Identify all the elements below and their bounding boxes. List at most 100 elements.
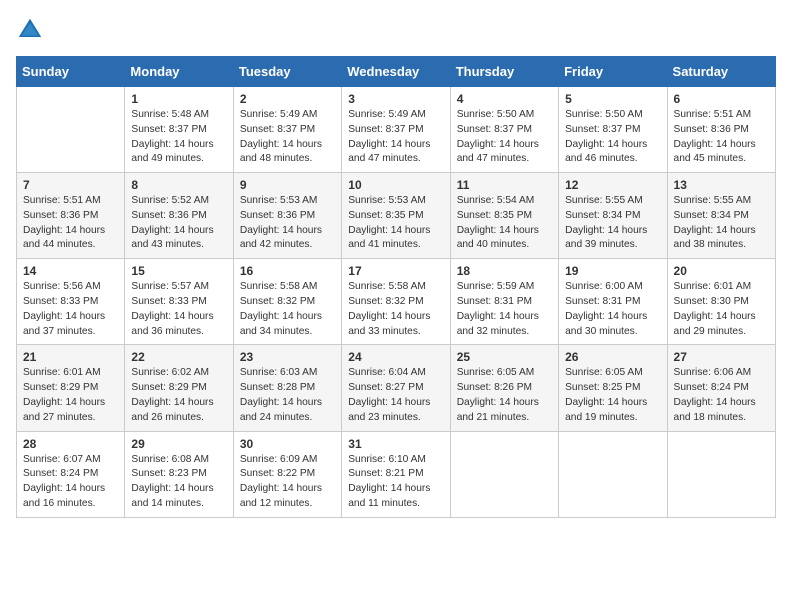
day-info: Sunrise: 5:52 AM Sunset: 8:36 PM Dayligh… [131, 194, 226, 253]
calendar-cell: 15 Sunrise: 5:57 AM Sunset: 8:33 PM Dayli… [125, 259, 233, 345]
calendar-cell [667, 431, 775, 517]
day-number: 14 [23, 264, 118, 278]
calendar-cell: 13 Sunrise: 5:55 AM Sunset: 8:34 PM Dayli… [667, 173, 775, 259]
day-info: Sunrise: 5:54 AM Sunset: 8:35 PM Dayligh… [457, 194, 552, 253]
day-number: 13 [674, 178, 769, 192]
calendar-cell: 20Sunrise: 6:01 AM Sunset: 8:30 PM Dayli… [667, 259, 775, 345]
day-number: 26 [565, 350, 660, 364]
calendar-cell: 27Sunrise: 6:06 AM Sunset: 8:24 PM Dayli… [667, 345, 775, 431]
day-number: 23 [240, 350, 335, 364]
calendar-cell: 21 Sunrise: 6:01 AM Sunset: 8:29 PM Dayli… [17, 345, 125, 431]
calendar-cell: 29 Sunrise: 6:08 AM Sunset: 8:23 PM Dayli… [125, 431, 233, 517]
calendar-cell: 17 Sunrise: 5:58 AM Sunset: 8:32 PM Dayli… [342, 259, 450, 345]
day-number: 21 [23, 350, 118, 364]
calendar-table: SundayMondayTuesdayWednesdayThursdayFrid… [16, 56, 776, 518]
day-number: 24 [348, 350, 443, 364]
calendar-cell: 28Sunrise: 6:07 AM Sunset: 8:24 PM Dayli… [17, 431, 125, 517]
calendar-week-3: 21 Sunrise: 6:01 AM Sunset: 8:29 PM Dayli… [17, 345, 776, 431]
day-info: Sunrise: 5:59 AM Sunset: 8:31 PM Dayligh… [457, 280, 552, 339]
day-info: Sunrise: 5:55 AM Sunset: 8:34 PM Dayligh… [674, 194, 769, 253]
day-info: Sunrise: 6:08 AM Sunset: 8:23 PM Dayligh… [131, 453, 226, 512]
day-number: 6 [674, 92, 769, 106]
day-number: 5 [565, 92, 660, 106]
day-info: Sunrise: 5:53 AM Sunset: 8:36 PM Dayligh… [240, 194, 335, 253]
logo-icon [16, 16, 44, 44]
calendar-cell [17, 87, 125, 173]
calendar-cell [559, 431, 667, 517]
calendar-cell: 18 Sunrise: 5:59 AM Sunset: 8:31 PM Dayli… [450, 259, 558, 345]
header-day-thursday: Thursday [450, 57, 558, 87]
calendar-week-0: 1 Sunrise: 5:48 AM Sunset: 8:37 PM Daylig… [17, 87, 776, 173]
day-number: 7 [23, 178, 118, 192]
day-number: 9 [240, 178, 335, 192]
day-info: Sunrise: 5:50 AM Sunset: 8:37 PM Dayligh… [565, 108, 660, 167]
calendar-cell: 6Sunrise: 5:51 AM Sunset: 8:36 PM Daylig… [667, 87, 775, 173]
calendar-cell: 2Sunrise: 5:49 AM Sunset: 8:37 PM Daylig… [233, 87, 341, 173]
day-info: Sunrise: 5:58 AM Sunset: 8:32 PM Dayligh… [240, 280, 335, 339]
calendar-cell: 24 Sunrise: 6:04 AM Sunset: 8:27 PM Dayli… [342, 345, 450, 431]
day-info: Sunrise: 5:49 AM Sunset: 8:37 PM Dayligh… [348, 108, 443, 167]
day-info: Sunrise: 6:10 AM Sunset: 8:21 PM Dayligh… [348, 453, 443, 512]
day-info: Sunrise: 5:55 AM Sunset: 8:34 PM Dayligh… [565, 194, 660, 253]
day-number: 19 [565, 264, 660, 278]
header-day-saturday: Saturday [667, 57, 775, 87]
calendar-cell: 25 Sunrise: 6:05 AM Sunset: 8:26 PM Dayli… [450, 345, 558, 431]
day-number: 25 [457, 350, 552, 364]
day-number: 22 [131, 350, 226, 364]
day-info: Sunrise: 6:01 AM Sunset: 8:30 PM Dayligh… [674, 280, 769, 339]
day-number: 16 [240, 264, 335, 278]
calendar-cell: 23 Sunrise: 6:03 AM Sunset: 8:28 PM Dayli… [233, 345, 341, 431]
header-day-sunday: Sunday [17, 57, 125, 87]
header [16, 16, 776, 44]
day-info: Sunrise: 5:50 AM Sunset: 8:37 PM Dayligh… [457, 108, 552, 167]
day-number: 11 [457, 178, 552, 192]
day-info: Sunrise: 5:57 AM Sunset: 8:33 PM Dayligh… [131, 280, 226, 339]
calendar-cell: 26 Sunrise: 6:05 AM Sunset: 8:25 PM Dayli… [559, 345, 667, 431]
calendar-cell: 22Sunrise: 6:02 AM Sunset: 8:29 PM Dayli… [125, 345, 233, 431]
calendar-week-1: 7 Sunrise: 5:51 AM Sunset: 8:36 PM Daylig… [17, 173, 776, 259]
day-info: Sunrise: 5:48 AM Sunset: 8:37 PM Dayligh… [131, 108, 226, 167]
day-number: 15 [131, 264, 226, 278]
day-number: 1 [131, 92, 226, 106]
day-info: Sunrise: 6:03 AM Sunset: 8:28 PM Dayligh… [240, 366, 335, 425]
day-info: Sunrise: 6:05 AM Sunset: 8:26 PM Dayligh… [457, 366, 552, 425]
calendar-cell: 31 Sunrise: 6:10 AM Sunset: 8:21 PM Dayli… [342, 431, 450, 517]
calendar-cell: 11 Sunrise: 5:54 AM Sunset: 8:35 PM Dayli… [450, 173, 558, 259]
calendar-cell: 8 Sunrise: 5:52 AM Sunset: 8:36 PM Daylig… [125, 173, 233, 259]
day-info: Sunrise: 5:51 AM Sunset: 8:36 PM Dayligh… [23, 194, 118, 253]
day-number: 12 [565, 178, 660, 192]
day-number: 18 [457, 264, 552, 278]
day-info: Sunrise: 6:01 AM Sunset: 8:29 PM Dayligh… [23, 366, 118, 425]
logo [16, 16, 48, 44]
day-number: 31 [348, 437, 443, 451]
day-number: 10 [348, 178, 443, 192]
day-info: Sunrise: 6:09 AM Sunset: 8:22 PM Dayligh… [240, 453, 335, 512]
day-info: Sunrise: 6:05 AM Sunset: 8:25 PM Dayligh… [565, 366, 660, 425]
calendar-cell: 14 Sunrise: 5:56 AM Sunset: 8:33 PM Dayli… [17, 259, 125, 345]
calendar-cell: 12 Sunrise: 5:55 AM Sunset: 8:34 PM Dayli… [559, 173, 667, 259]
calendar-cell: 4Sunrise: 5:50 AM Sunset: 8:37 PM Daylig… [450, 87, 558, 173]
day-number: 17 [348, 264, 443, 278]
calendar-header-row: SundayMondayTuesdayWednesdayThursdayFrid… [17, 57, 776, 87]
day-number: 8 [131, 178, 226, 192]
calendar-cell [450, 431, 558, 517]
day-info: Sunrise: 6:04 AM Sunset: 8:27 PM Dayligh… [348, 366, 443, 425]
day-number: 29 [131, 437, 226, 451]
header-day-tuesday: Tuesday [233, 57, 341, 87]
day-number: 3 [348, 92, 443, 106]
day-info: Sunrise: 5:53 AM Sunset: 8:35 PM Dayligh… [348, 194, 443, 253]
day-info: Sunrise: 6:07 AM Sunset: 8:24 PM Dayligh… [23, 453, 118, 512]
calendar-cell: 19Sunrise: 6:00 AM Sunset: 8:31 PM Dayli… [559, 259, 667, 345]
calendar-week-4: 28Sunrise: 6:07 AM Sunset: 8:24 PM Dayli… [17, 431, 776, 517]
calendar-cell: 10 Sunrise: 5:53 AM Sunset: 8:35 PM Dayli… [342, 173, 450, 259]
calendar-cell: 16 Sunrise: 5:58 AM Sunset: 8:32 PM Dayli… [233, 259, 341, 345]
day-info: Sunrise: 5:49 AM Sunset: 8:37 PM Dayligh… [240, 108, 335, 167]
day-number: 30 [240, 437, 335, 451]
calendar-cell: 1 Sunrise: 5:48 AM Sunset: 8:37 PM Daylig… [125, 87, 233, 173]
calendar-body: 1 Sunrise: 5:48 AM Sunset: 8:37 PM Daylig… [17, 87, 776, 518]
calendar-cell: 9 Sunrise: 5:53 AM Sunset: 8:36 PM Daylig… [233, 173, 341, 259]
header-day-friday: Friday [559, 57, 667, 87]
day-info: Sunrise: 5:56 AM Sunset: 8:33 PM Dayligh… [23, 280, 118, 339]
day-info: Sunrise: 5:58 AM Sunset: 8:32 PM Dayligh… [348, 280, 443, 339]
calendar-week-2: 14 Sunrise: 5:56 AM Sunset: 8:33 PM Dayli… [17, 259, 776, 345]
